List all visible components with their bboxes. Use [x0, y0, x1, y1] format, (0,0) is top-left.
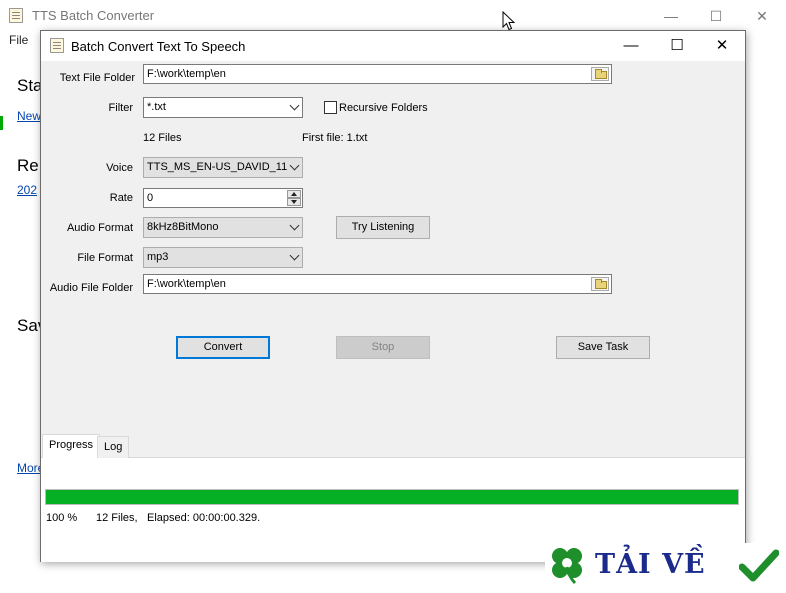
rate-value: 0: [147, 192, 154, 204]
main-window-title: TTS Batch Converter: [32, 8, 155, 23]
rate-label: Rate: [109, 192, 133, 204]
dialog-minimize-button[interactable]: —: [608, 31, 654, 61]
menu-file[interactable]: File: [9, 33, 28, 47]
main-titlebar: TTS Batch Converter — ☐ ✕: [0, 0, 786, 32]
four-leaf-clover-icon: [552, 548, 582, 585]
folder-icon: [595, 279, 607, 289]
dialog-app-icon: [50, 38, 64, 53]
check-mark-icon: [739, 549, 779, 582]
file-format-value: mp3: [147, 251, 169, 263]
chevron-down-icon: [289, 160, 300, 171]
file-count-text: 12 Files: [143, 132, 182, 144]
recent-heading: Re: [17, 156, 39, 175]
audio-format-label: Audio Format: [66, 222, 133, 234]
filter-value: *.txt: [147, 101, 166, 113]
tab-strip: Progress Log: [41, 434, 745, 458]
progress-bar: [45, 489, 739, 505]
spin-down-icon[interactable]: [287, 198, 301, 206]
voice-value: TTS_MS_EN-US_DAVID_11: [147, 161, 288, 173]
main-minimize-button[interactable]: —: [656, 6, 686, 26]
dialog-titlebar: Batch Convert Text To Speech — ☐ ✕: [41, 31, 745, 61]
voice-label: Voice: [106, 162, 133, 174]
recent-item-link[interactable]: 202: [17, 183, 37, 197]
recursive-folders-label: Recursive Folders: [339, 102, 428, 114]
rate-spin-buttons[interactable]: [287, 190, 301, 206]
audio-file-folder-label: Audio File Folder: [49, 282, 133, 294]
try-listening-button[interactable]: Try Listening: [336, 216, 430, 239]
start-heading: Sta: [17, 76, 43, 95]
batch-convert-dialog: Batch Convert Text To Speech — ☐ ✕ Text …: [40, 30, 746, 562]
progress-fill: [46, 490, 738, 504]
filter-combo[interactable]: *.txt: [143, 97, 303, 118]
folder-icon: [595, 69, 607, 79]
save-task-button[interactable]: Save Task: [556, 336, 650, 359]
progress-elapsed: Elapsed: 00:00:00.329.: [147, 512, 261, 524]
mouse-cursor-icon: [502, 11, 516, 31]
rate-spinner[interactable]: 0: [143, 188, 303, 208]
recursive-folders-checkbox[interactable]: [324, 101, 337, 114]
filter-label: Filter: [108, 102, 133, 114]
dialog-close-button[interactable]: ✕: [699, 31, 745, 61]
dialog-maximize-button[interactable]: ☐: [654, 31, 700, 61]
progress-percent: 100 %: [46, 512, 78, 524]
text-file-folder-value: F:\work\temp\en: [147, 68, 226, 80]
chevron-down-icon: [289, 250, 300, 261]
file-format-label: File Format: [77, 252, 133, 264]
text-file-folder-label: Text File Folder: [59, 72, 135, 84]
main-maximize-button[interactable]: ☐: [701, 6, 731, 26]
dialog-title: Batch Convert Text To Speech: [71, 39, 246, 54]
progress-files: 12 Files,: [96, 512, 138, 524]
chevron-down-icon: [289, 220, 300, 231]
spin-up-icon[interactable]: [287, 190, 301, 198]
audio-file-folder-value: F:\work\temp\en: [147, 278, 226, 290]
status-indicator: [0, 116, 3, 130]
watermark: TẢI VỀ: [545, 543, 781, 589]
watermark-text: TẢI VỀ: [595, 549, 706, 580]
convert-button[interactable]: Convert: [176, 336, 270, 359]
browse-text-folder-button[interactable]: [591, 67, 609, 81]
tab-progress[interactable]: Progress: [42, 434, 101, 458]
tab-log[interactable]: Log: [97, 436, 130, 458]
file-format-combo[interactable]: mp3: [143, 247, 303, 268]
text-file-folder-field[interactable]: F:\work\temp\en: [143, 64, 612, 84]
browse-audio-folder-button[interactable]: [591, 277, 609, 291]
stop-button[interactable]: Stop: [336, 336, 430, 359]
app-icon: [9, 8, 23, 23]
main-close-button[interactable]: ✕: [747, 6, 777, 26]
audio-format-value: 8kHz8BitMono: [147, 221, 219, 233]
chevron-down-icon: [289, 100, 300, 111]
new-link[interactable]: New: [17, 109, 41, 123]
audio-format-combo[interactable]: 8kHz8BitMono: [143, 217, 303, 238]
voice-combo[interactable]: TTS_MS_EN-US_DAVID_11: [143, 157, 303, 178]
first-file-text: First file: 1.txt: [302, 132, 368, 144]
audio-file-folder-field[interactable]: F:\work\temp\en: [143, 274, 612, 294]
